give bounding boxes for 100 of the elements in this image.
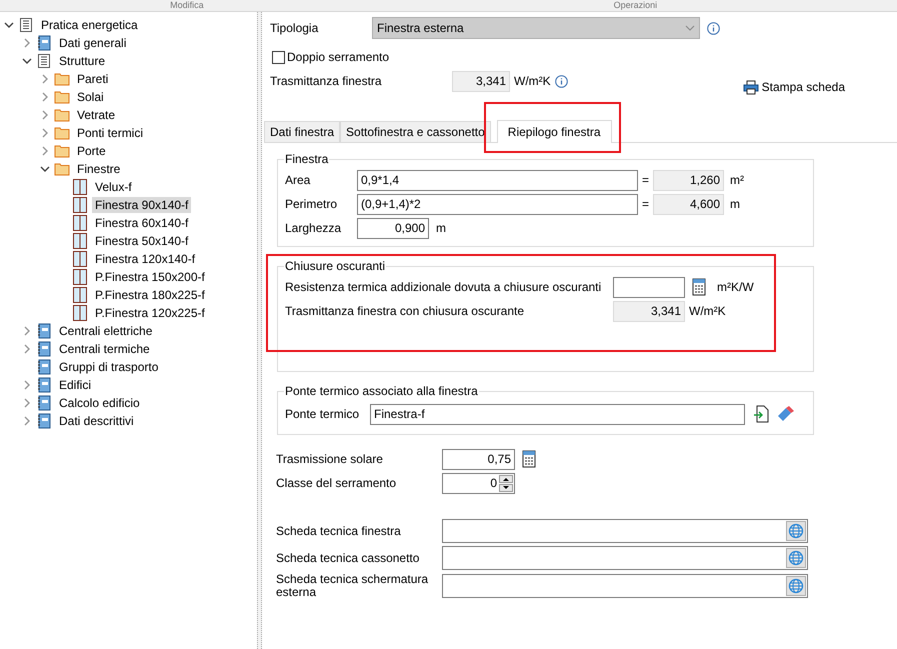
splitter[interactable] — [257, 12, 262, 649]
window-icon — [72, 251, 88, 267]
folder-icon — [54, 161, 70, 177]
url-field[interactable] — [442, 546, 808, 570]
tree-item[interactable]: Finestra 120x140-f — [92, 251, 198, 267]
chevron-down-icon[interactable] — [4, 20, 14, 30]
calculator-icon[interactable] — [691, 278, 707, 296]
tree-item[interactable]: P.Finestra 120x225-f — [92, 305, 208, 321]
eraser-icon[interactable] — [777, 406, 795, 422]
equals-sign: = — [640, 173, 650, 187]
tree-item[interactable]: Velux-f — [92, 179, 135, 195]
info-icon[interactable] — [554, 74, 568, 88]
import-file-icon[interactable] — [753, 405, 769, 423]
calculator-icon[interactable] — [521, 450, 537, 468]
module-icon — [36, 359, 52, 375]
globe-button[interactable] — [786, 576, 806, 596]
tab[interactable]: Sottofinestra e cassonetto — [340, 121, 491, 142]
chevron-right-icon[interactable] — [22, 398, 32, 408]
caret-up-icon — [503, 476, 509, 480]
tree-item[interactable]: Dati descrittivi — [56, 413, 137, 429]
chevron-right-icon[interactable] — [22, 38, 32, 48]
folder-icon — [54, 107, 70, 123]
chevron-right-icon[interactable] — [40, 128, 50, 138]
field-label: Resistenza termica addizionale dovuta a chiusure oscuranti — [285, 280, 602, 294]
tree-item[interactable]: Edifici — [56, 377, 94, 393]
globe-button[interactable] — [786, 548, 806, 568]
group-title: Finestra — [284, 152, 330, 166]
globe-button[interactable] — [786, 521, 806, 541]
group-title: Chiusure oscuranti — [284, 259, 386, 273]
formula-field[interactable]: (0,9+1,4)*2 — [357, 194, 638, 214]
field-label: Larghezza — [285, 221, 342, 235]
url-field[interactable] — [442, 519, 808, 543]
chevron-right-icon[interactable] — [40, 110, 50, 120]
unit-label: W/m²K — [689, 304, 726, 318]
result-field[interactable]: 4,600 — [653, 194, 724, 214]
info-icon[interactable] — [707, 22, 720, 34]
number-spinner[interactable]: 0 — [442, 472, 515, 494]
tree-item[interactable]: Pratica energetica — [38, 17, 141, 33]
chevron-down-icon[interactable] — [40, 164, 50, 174]
tree-item[interactable]: Pareti — [74, 71, 112, 87]
chevron-right-icon[interactable] — [22, 380, 32, 390]
checkbox[interactable] — [272, 50, 285, 64]
field-label: Ponte termico — [285, 407, 360, 421]
input-field[interactable] — [613, 276, 685, 298]
module-icon — [36, 413, 52, 429]
tree-item[interactable]: Finestra 60x140-f — [92, 215, 192, 231]
module-icon — [36, 35, 52, 51]
url-field[interactable] — [442, 574, 808, 598]
checkbox-label: Doppio serramento — [287, 50, 390, 64]
input-field[interactable]: 0,900 — [357, 218, 429, 238]
unit-label: W/m²K — [514, 74, 551, 88]
input-field[interactable]: Finestra-f — [370, 404, 745, 424]
field-label: Perimetro — [285, 197, 338, 211]
folder-icon — [54, 143, 70, 159]
chevron-right-icon[interactable] — [22, 326, 32, 336]
caret-down-icon — [503, 486, 509, 490]
field-label: Trasmittanza finestra con chiusura oscurante — [285, 304, 525, 318]
field-label: Trasmittanza finestra — [270, 74, 383, 88]
tree-item[interactable]: P.Finestra 150x200-f — [92, 269, 208, 285]
tree-item[interactable]: Centrali termiche — [56, 341, 153, 357]
chevron-right-icon[interactable] — [22, 416, 32, 426]
menu-label[interactable]: Modifica — [0, 0, 374, 11]
chevron-right-icon[interactable] — [40, 74, 50, 84]
tree-item[interactable]: Finestra 50x140-f — [92, 233, 192, 249]
spin-up-button[interactable] — [499, 474, 513, 482]
input-field[interactable]: 0,75 — [442, 448, 515, 470]
tree-item[interactable]: Centrali elettriche — [56, 323, 156, 339]
print-button[interactable]: Stampa scheda — [742, 80, 845, 94]
document-icon — [18, 17, 34, 33]
tree-item[interactable]: Gruppi di trasporto — [56, 359, 162, 375]
tree-item[interactable]: Solai — [74, 89, 107, 105]
chevron-down-icon[interactable] — [22, 56, 32, 66]
tree-item[interactable]: Vetrate — [74, 107, 118, 123]
chevron-right-icon[interactable] — [40, 146, 50, 156]
tab[interactable]: Riepilogo finestra — [496, 120, 612, 143]
tree-item[interactable]: Strutture — [56, 53, 108, 69]
result-field[interactable]: 3,341 — [452, 70, 510, 92]
result-field[interactable]: 3,341 — [613, 300, 685, 322]
tree-item[interactable]: Calcolo edificio — [56, 395, 143, 411]
formula-field[interactable]: 0,9*1,4 — [357, 170, 638, 190]
field-label: Scheda tecnica schermatura esterna — [276, 573, 430, 599]
window-icon — [72, 305, 88, 321]
tree-item[interactable]: Finestra 90x140-f — [92, 197, 192, 213]
result-field[interactable]: 1,260 — [653, 170, 724, 190]
chevron-right-icon[interactable] — [22, 344, 32, 354]
tree-item[interactable]: Finestre — [74, 161, 124, 177]
field-label: Scheda tecnica cassonetto — [276, 552, 420, 564]
tab[interactable]: Dati finestra — [264, 121, 340, 142]
spin-down-button[interactable] — [499, 484, 513, 492]
tree-item[interactable]: P.Finestra 180x225-f — [92, 287, 208, 303]
tree-item[interactable]: Porte — [74, 143, 109, 159]
module-icon — [36, 323, 52, 339]
chevron-right-icon[interactable] — [40, 92, 50, 102]
window-icon — [72, 215, 88, 231]
tree-item[interactable]: Dati generali — [56, 35, 130, 51]
module-icon — [36, 395, 52, 411]
module-icon — [36, 341, 52, 357]
type-dropdown[interactable]: Finestra esterna — [372, 17, 700, 39]
tree-item[interactable]: Ponti termici — [74, 125, 146, 141]
menu-label[interactable]: Operazioni — [374, 0, 897, 11]
